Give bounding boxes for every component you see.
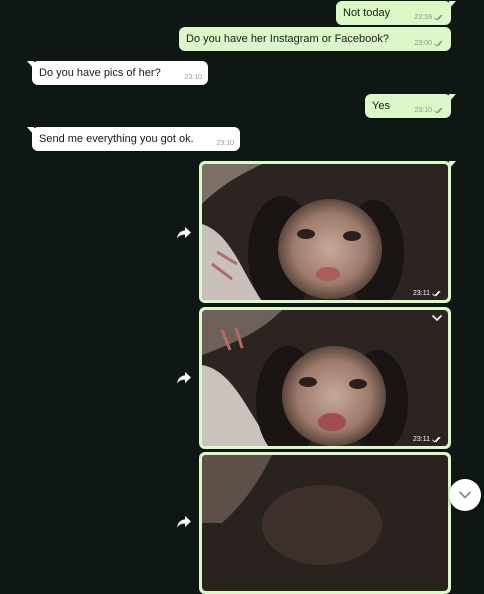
message-meta: 23:10 [414,107,445,114]
double-check-icon [434,40,443,47]
message-text: Do you have pics of her? [39,67,161,79]
message-meta: 23:10 [184,74,202,81]
forward-arrow-icon[interactable] [176,371,192,385]
double-check-icon [432,436,441,443]
photo-image [202,310,448,446]
bubble-tail [449,94,456,102]
message-meta: 23:00 [414,40,445,47]
incoming-message[interactable]: Do you have pics of her? 23:10 [27,61,208,85]
image-message[interactable]: 23:11 [199,161,456,303]
photo-thumbnail[interactable] [202,455,448,591]
message-text: Yes [372,100,390,112]
message-time: 23:00 [414,40,432,47]
message-time: 23:11 [413,436,430,443]
forward-arrow-icon[interactable] [176,226,192,240]
photo-image [202,455,448,591]
message-text: Not today [343,7,391,19]
image-message[interactable]: 23:11 [199,307,451,449]
photo-image [202,164,448,300]
scroll-to-bottom-button[interactable] [449,479,481,511]
chevron-down-icon [458,491,472,499]
outgoing-message[interactable]: Yes 23:10 [365,94,456,118]
message-time: 23:10 [414,107,432,114]
double-check-icon [434,14,443,21]
double-check-icon [432,290,441,297]
message-time: 22:59 [414,14,432,21]
outgoing-message[interactable]: Do you have her Instagram or Facebook? 2… [179,27,451,51]
message-meta: 23:11 [413,436,443,443]
message-text: Do you have her Instagram or Facebook? [186,33,390,45]
chevron-down-icon[interactable] [431,313,443,323]
message-text: Send me everything you got ok. [39,133,194,145]
bubble-tail [449,161,456,169]
chat-area: Not today 22:59 Do you have her Instagra… [0,0,484,594]
image-message[interactable] [199,452,451,594]
bubble-tail [27,127,34,135]
photo-thumbnail[interactable] [202,164,448,300]
outgoing-message[interactable]: Not today 22:59 [336,1,456,25]
bubble-tail [27,61,34,69]
message-time: 23:10 [184,74,202,81]
incoming-message[interactable]: Send me everything you got ok. 23:10 [27,127,240,151]
forward-arrow-icon[interactable] [176,515,192,529]
photo-thumbnail[interactable] [202,310,448,446]
message-meta: 23:10 [216,140,234,147]
bubble-tail [449,1,456,9]
message-time: 23:10 [216,140,234,147]
double-check-icon [434,107,443,114]
message-time: 23:11 [413,290,430,297]
message-meta: 22:59 [414,14,445,21]
message-meta: 23:11 [413,290,443,297]
